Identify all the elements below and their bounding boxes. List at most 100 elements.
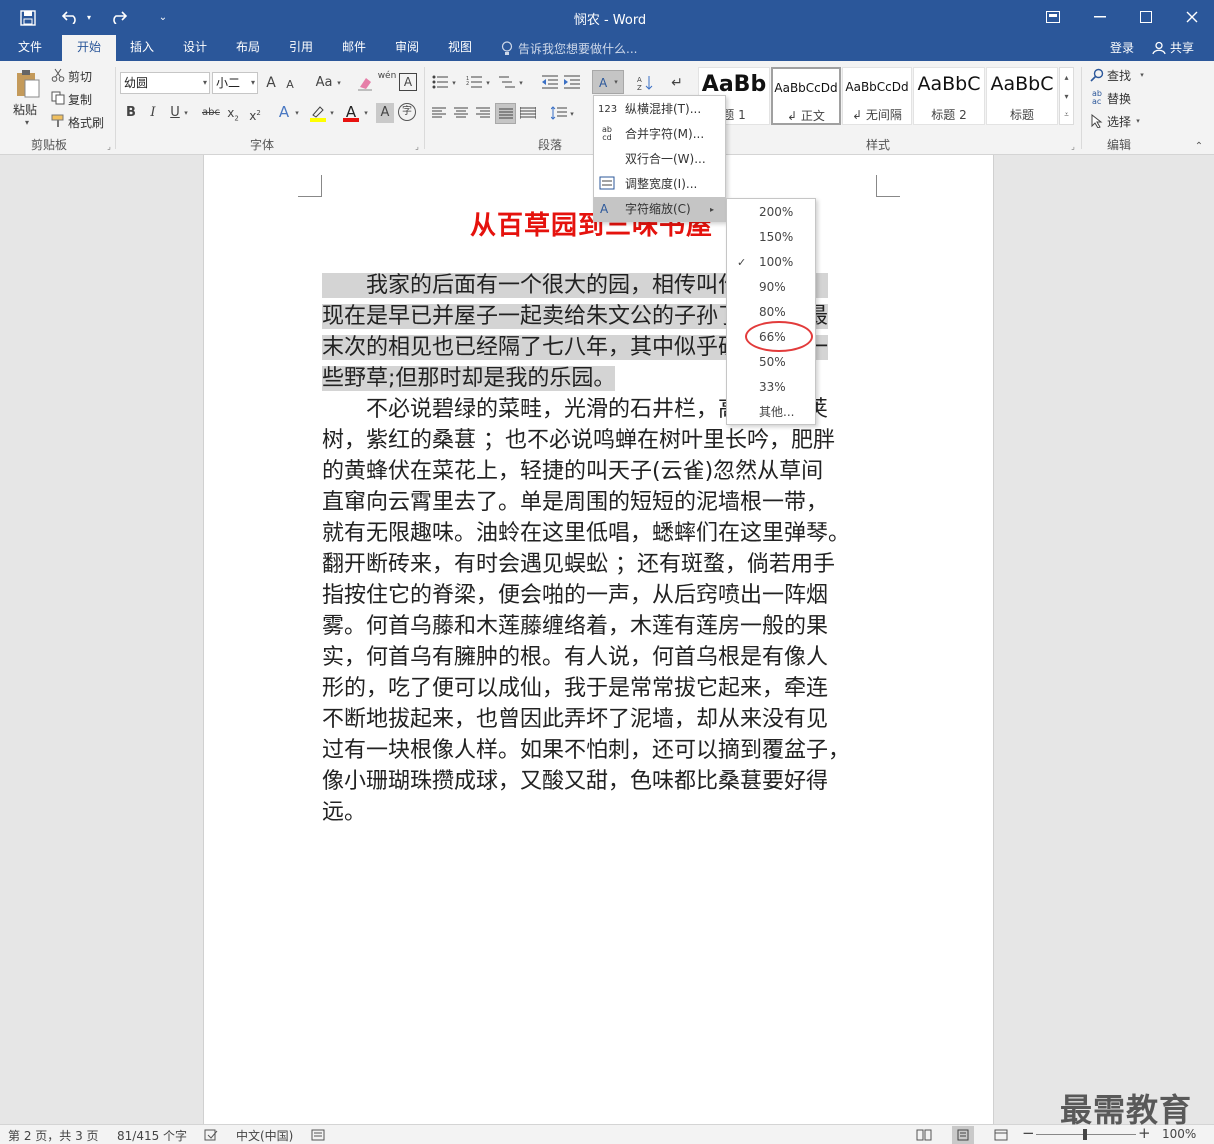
document-line[interactable]: 像小珊瑚珠攒成球，又酸又甜，色味都比桑葚要好得 [322, 766, 882, 797]
style-no-spacing[interactable]: AaBbCcDd ↲ 无间隔 [842, 67, 912, 125]
line-spacing-icon[interactable] [550, 104, 568, 122]
replace-icon[interactable]: ab ac [1089, 90, 1105, 106]
chevron-down-icon[interactable]: ▾ [293, 107, 301, 119]
login-link[interactable]: 登录 [1110, 39, 1134, 56]
align-right-icon[interactable] [474, 104, 492, 122]
undo-icon[interactable] [60, 7, 82, 27]
document-line[interactable]: 过有一块根像人样。如果不怕刺，还可以摘到覆盆子， [322, 735, 882, 766]
close-icon[interactable] [1182, 8, 1202, 26]
language-indicator[interactable]: 中文(中国) [236, 1127, 293, 1144]
phonetic-guide-icon[interactable]: wén [377, 71, 397, 82]
chevron-down-icon[interactable]: ▾ [182, 107, 190, 119]
decrease-indent-icon[interactable] [540, 73, 560, 91]
copy-icon[interactable] [50, 90, 66, 106]
chevron-down-icon[interactable]: ▾ [328, 107, 336, 119]
show-marks-icon[interactable]: ↵ [668, 73, 686, 93]
select-button[interactable]: 选择 [1107, 113, 1131, 130]
ribbon-display-icon[interactable] [1043, 8, 1063, 26]
macro-icon[interactable] [310, 1128, 326, 1142]
chevron-up-icon[interactable]: ▴ [1060, 70, 1073, 84]
tab-view[interactable]: 视图 [438, 35, 482, 61]
dialog-launcher-icon[interactable]: ⌟ [412, 141, 422, 151]
styles-scroll[interactable]: ▴ ▾ ⩡ [1059, 67, 1074, 125]
chevron-down-icon[interactable]: ▾ [450, 77, 458, 89]
minimize-icon[interactable] [1090, 8, 1110, 26]
menu-item-fit-text[interactable]: 调整宽度(I)... [594, 172, 725, 197]
zoom-option[interactable]: 90% [727, 275, 815, 300]
chevron-down-icon[interactable]: ▾ [1134, 115, 1142, 127]
document-line[interactable]: 远。 [322, 797, 882, 828]
sort-icon[interactable]: AZ [635, 73, 655, 93]
zoom-option[interactable]: 50% [727, 350, 815, 375]
increase-indent-icon[interactable] [562, 73, 582, 91]
tab-insert[interactable]: 插入 [120, 35, 164, 61]
chevron-down-icon[interactable]: ▾ [568, 108, 576, 120]
maximize-icon[interactable] [1136, 8, 1156, 26]
chevron-down-icon[interactable]: ▾ [335, 77, 343, 89]
proofing-icon[interactable] [203, 1128, 219, 1142]
justify-icon[interactable] [495, 103, 516, 124]
dialog-launcher-icon[interactable]: ⌟ [104, 141, 114, 151]
menu-item-two-lines[interactable]: 双行合一(W)... [594, 147, 725, 172]
font-size-combo[interactable]: 小二 ▾ [212, 72, 258, 94]
clear-format-icon[interactable] [356, 73, 374, 93]
align-center-icon[interactable] [452, 104, 470, 122]
superscript-button[interactable]: x2 [246, 103, 264, 126]
document-line[interactable]: 雾。何首乌藤和木莲藤缠络着，木莲有莲房一般的果 [322, 611, 882, 642]
tell-me-box[interactable]: 告诉我您想要做什么... [518, 40, 637, 57]
format-painter-icon[interactable] [50, 113, 66, 129]
document-line[interactable]: 指按住它的脊梁，便会啪的一声，从后窍喷出一阵烟 [322, 580, 882, 611]
document-line[interactable]: 不断地拔起来，也曾因此弄坏了泥墙，却从来没有见 [322, 704, 882, 735]
word-count[interactable]: 81/415 个字 [117, 1127, 187, 1144]
find-button[interactable]: 查找 [1107, 67, 1131, 84]
zoom-option[interactable]: ✓ 100% [727, 250, 815, 275]
undo-dropdown-icon[interactable]: ▾ [84, 8, 94, 26]
redo-icon[interactable] [107, 7, 129, 27]
document-line[interactable]: 树，紫红的桑葚 ；也不必说鸣蝉在树叶里长吟，肥胖 [322, 425, 882, 456]
tab-references[interactable]: 引用 [279, 35, 323, 61]
page-count[interactable]: 第 2 页，共 3 页 [8, 1127, 99, 1144]
cut-button[interactable]: 剪切 [68, 68, 92, 85]
tab-mailings[interactable]: 邮件 [332, 35, 376, 61]
format-painter-button[interactable]: 格式刷 [68, 114, 104, 131]
paste-label[interactable]: 粘贴 [13, 101, 37, 118]
zoom-option[interactable]: 33% [727, 375, 815, 400]
document-line[interactable]: 就有无限趣味。油蛉在这里低唱，蟋蟀们在这里弹琴。 [322, 518, 882, 549]
subscript-button[interactable]: x2 [224, 103, 242, 128]
multilevel-list-icon[interactable] [497, 73, 517, 91]
shrink-font-icon[interactable]: A [283, 75, 297, 95]
underline-button[interactable]: U [168, 103, 182, 123]
chevron-down-icon[interactable]: ▾ [517, 77, 525, 89]
tab-review[interactable]: 审阅 [385, 35, 429, 61]
font-color-button[interactable]: A [340, 101, 362, 123]
document-line[interactable]: 实，何首乌有臃肿的根。有人说，何首乌根是有像人 [322, 642, 882, 673]
bold-button[interactable]: B [124, 103, 138, 123]
cursor-icon[interactable] [1089, 113, 1105, 129]
document-line[interactable]: 直窜向云霄里去了。单是周围的短短的泥墙根一带， [322, 487, 882, 518]
chevron-down-icon[interactable]: ▾ [484, 77, 492, 89]
bullets-icon[interactable] [430, 73, 450, 91]
save-icon[interactable] [18, 8, 38, 28]
document-line[interactable]: 翻开断砖来，有时会遇见蜈蚣 ；还有斑蝥，倘若用手 [322, 549, 882, 580]
share-button[interactable]: 共享 [1170, 39, 1194, 56]
menu-item-combine-chars[interactable]: ab cd 合并字符(M)... [594, 122, 725, 147]
document-line[interactable]: 形的，吃了便可以成仙，我于是常常拔它起来，牵连 [322, 673, 882, 704]
zoom-option[interactable]: 其他... [727, 400, 815, 425]
change-case-icon[interactable]: Aa [313, 73, 335, 93]
web-layout-icon[interactable] [992, 1127, 1010, 1143]
document-line[interactable]: 的黄蜂伏在菜花上，轻捷的叫天子(云雀)忽然从草间 [322, 456, 882, 487]
asian-layout-button[interactable]: A ▾ [592, 70, 624, 94]
distribute-icon[interactable] [519, 104, 537, 122]
menu-item-char-scale[interactable]: A 字符缩放(C) ▸ [594, 197, 725, 222]
italic-button[interactable]: I [146, 103, 160, 123]
zoom-option[interactable]: 200% [727, 200, 815, 225]
paste-dropdown-icon[interactable]: ▾ [20, 117, 34, 127]
replace-button[interactable]: 替换 [1107, 90, 1131, 107]
tab-file[interactable]: 文件 [8, 35, 52, 61]
text-effects-icon[interactable]: A [275, 102, 293, 122]
char-border-icon[interactable]: A [399, 73, 417, 91]
style-heading-2[interactable]: AaBbC 标题 2 [913, 67, 985, 125]
font-name-combo[interactable]: 幼圆 ▾ [120, 72, 210, 94]
chevron-down-icon[interactable]: ▾ [362, 107, 370, 119]
more-icon[interactable]: ⩡ [1060, 108, 1073, 122]
